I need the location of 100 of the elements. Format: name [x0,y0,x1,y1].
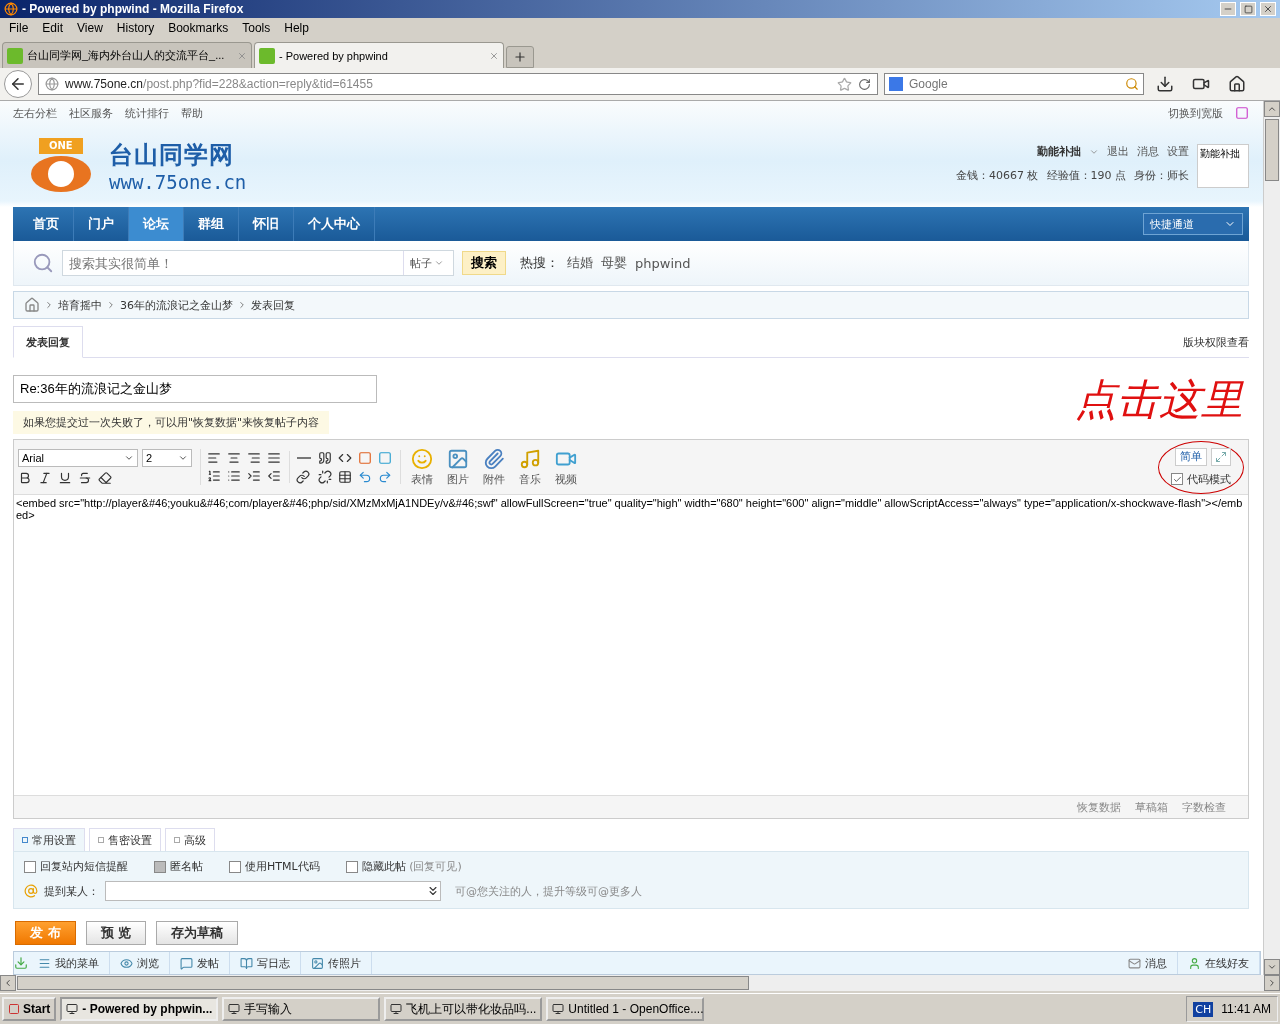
breadcrumb-link[interactable]: 培育摇中 [58,297,102,313]
search-icon[interactable] [1125,77,1139,91]
post-tab[interactable]: 发表回复 [13,326,83,358]
settings-tab[interactable]: 售密设置 [89,828,161,851]
strikethrough-icon[interactable] [78,471,92,485]
underline-icon[interactable] [58,471,72,485]
mention-field[interactable] [105,881,441,901]
code-mode-checkbox[interactable] [1171,473,1183,485]
media-tool[interactable]: 音乐 [515,447,545,487]
bullet-list-icon[interactable] [227,469,241,483]
language-indicator[interactable]: CH [1193,1001,1214,1017]
top-link[interactable]: 左右分栏 [13,105,57,121]
breadcrumb-link[interactable]: 发表回复 [251,297,295,313]
settings-tab[interactable]: 高级 [165,828,215,851]
browser-tab[interactable]: 台山同学网_海内外台山人的交流平台_... [2,42,252,68]
taskbar-button[interactable]: 手写输入 [222,997,381,1021]
unlink-icon[interactable] [318,470,332,484]
menu-item[interactable]: Bookmarks [161,21,236,35]
nav-tab[interactable]: 论坛 [129,207,184,241]
search-button[interactable]: 搜索 [462,251,506,275]
link-icon[interactable] [296,470,310,484]
breadcrumb-link[interactable]: 36年的流浪记之金山梦 [120,297,233,313]
web-search-box[interactable]: Google [884,73,1144,95]
taskbar-button[interactable]: 飞机上可以带化妆品吗... [384,997,543,1021]
eraser-icon[interactable] [98,471,112,485]
top-link[interactable]: 帮助 [181,105,203,121]
toolbar-item[interactable]: 浏览 [110,952,170,974]
taskbar-button[interactable]: - Powered by phpwin... [60,997,219,1021]
option-checkbox[interactable] [345,860,358,873]
font-select[interactable]: Arial [18,449,138,467]
option-checkbox[interactable] [229,860,241,873]
indent-icon[interactable] [247,469,261,483]
align-left-icon[interactable] [207,451,221,465]
numbered-list-icon[interactable] [207,469,221,483]
back-button[interactable] [4,70,32,98]
align-center-icon[interactable] [227,451,241,465]
scrollbar-thumb[interactable] [17,976,749,990]
toolbar-item[interactable]: 消息 [1118,952,1178,974]
menu-item[interactable]: File [2,21,36,35]
start-button[interactable]: Start [2,997,57,1021]
horizontal-scrollbar[interactable] [0,975,1280,991]
outdent-icon[interactable] [267,469,281,483]
permissions-link[interactable]: 版块权限查看 [1183,334,1249,350]
menu-item[interactable]: Edit [35,21,71,35]
menu-item[interactable]: History [109,21,162,35]
search-box[interactable]: 搜索其实很简单！ 帖子 [62,250,454,276]
switch-layout-link[interactable]: 切换到宽版 [1168,105,1223,121]
restore-button[interactable] [1240,2,1256,16]
user-link[interactable]: 退出 [1107,144,1129,159]
quote-icon[interactable] [318,451,332,465]
vertical-scrollbar[interactable] [1263,101,1280,975]
close-button[interactable] [1260,2,1276,16]
menu-item[interactable]: Help [277,21,316,35]
menu-item[interactable]: View [70,21,110,35]
action-button[interactable]: 存为草稿 [156,921,239,945]
media-tool[interactable]: 视频 [551,447,581,487]
option-checkbox[interactable] [24,860,36,873]
align-right-icon[interactable] [247,451,261,465]
close-icon[interactable] [489,50,499,61]
settings-tab[interactable]: 常用设置 [13,828,85,851]
home-icon[interactable] [24,297,40,313]
italic-icon[interactable] [38,471,52,485]
quick-access-button[interactable]: 快捷通道 [1143,213,1243,235]
media-tool[interactable]: 表情 [407,447,437,487]
size-select[interactable]: 2 [142,449,192,467]
bold-icon[interactable] [18,471,32,485]
justify-icon[interactable] [267,451,281,465]
undo-icon[interactable] [358,470,372,484]
browser-tab[interactable]: - Powered by phpwind [254,42,504,68]
simple-mode-button[interactable]: 简单 [1175,447,1207,466]
code-icon[interactable] [338,451,352,465]
user-link[interactable]: 消息 [1137,144,1159,159]
toolbar-item[interactable]: 发帖 [170,952,230,974]
redo-icon[interactable] [378,470,392,484]
top-link[interactable]: 统计排行 [125,105,169,121]
toolbar-item[interactable]: 在线好友 [1178,952,1260,974]
hot-search-link[interactable]: 结婚 [567,254,593,272]
toolbar-item[interactable]: 传照片 [301,952,372,974]
reload-icon[interactable] [858,77,871,91]
fullscreen-button[interactable] [1211,447,1231,466]
new-tab-button[interactable] [506,46,534,68]
top-link[interactable]: 社区服务 [69,105,113,121]
username-link[interactable]: 勤能补拙 [1037,144,1081,159]
editor-content[interactable]: <embed src="http://player&#46;youku&#46;com/player&#46;php/sid/XMzMxMjA1NDEy/v&#46;swf" allowFullScreen="true" quality="high" width="680" height="600" align="middle" allowScriptAccess="always" type="application/x-shockwave-flash"></embed> [14,495,1248,795]
hot-search-link[interactable]: 母婴 [601,254,627,272]
toolbar-item[interactable]: 写日志 [230,952,301,974]
table-icon[interactable] [338,470,352,484]
user-link[interactable]: 设置 [1167,144,1189,159]
subject-field[interactable]: Re:36年的流浪记之金山梦 [13,375,377,403]
taskbar-button[interactable]: Untitled 1 - OpenOffice.... [546,997,705,1021]
media-tool[interactable]: 附件 [479,447,509,487]
menu-item[interactable]: Tools [235,21,278,35]
bookmark-star-icon[interactable] [837,76,852,92]
scrollbar-thumb[interactable] [1265,119,1279,181]
media-tool[interactable]: 图片 [443,447,473,487]
download-icon[interactable] [14,956,28,970]
minimize-button[interactable] [1220,2,1236,16]
toolbar-item[interactable]: 我的菜单 [28,952,110,974]
address-field[interactable]: www.75one.cn/post.php?fid=228&action=reply&tid=61455 [38,73,878,95]
action-button[interactable]: 预 览 [85,921,147,945]
